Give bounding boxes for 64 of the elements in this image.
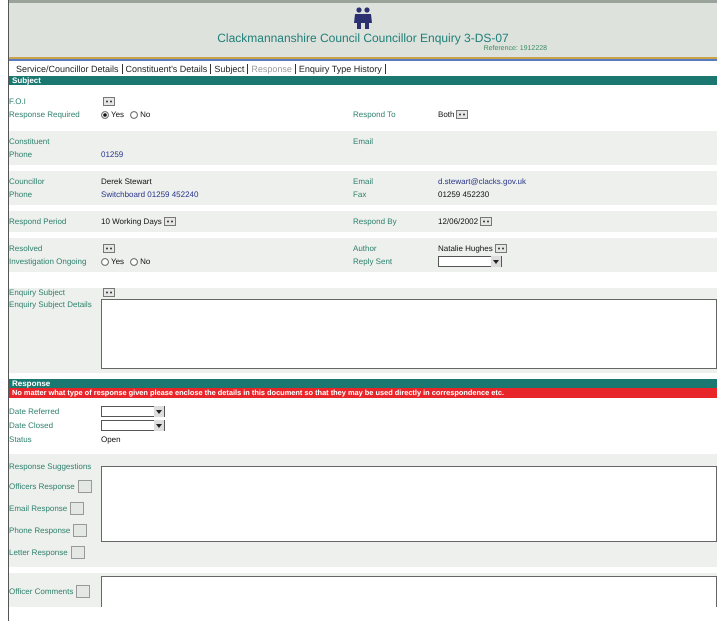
field-label: Date Closed xyxy=(9,420,54,430)
field-label: Response Suggestions xyxy=(9,462,92,471)
radio-button[interactable] xyxy=(101,258,109,266)
radio-button[interactable] xyxy=(101,110,109,118)
field-label: Investigation Ongoing xyxy=(9,257,88,266)
lookup-button-icon[interactable] xyxy=(456,110,468,119)
tab[interactable]: Service/Councillor Details xyxy=(13,64,123,74)
field-link[interactable]: d.stewart@clacks.gov.uk xyxy=(438,177,526,186)
field-link[interactable]: Switchboard 01259 452240 xyxy=(101,190,198,199)
lookup-button-icon[interactable] xyxy=(494,244,507,253)
radio-button[interactable] xyxy=(130,258,138,266)
field-label: Email Response xyxy=(9,504,68,513)
field-label: Reply Sent xyxy=(353,257,394,266)
field-label: Enquiry Subject xyxy=(9,288,66,297)
field-label: Email xyxy=(353,177,374,186)
field-label: Phone Response xyxy=(9,526,70,535)
dropdown-field[interactable] xyxy=(438,256,502,267)
field-label: Fax xyxy=(353,190,368,199)
field-label: Resolved xyxy=(9,244,44,253)
section-header: Subject xyxy=(9,76,717,85)
field-label: F.O.I xyxy=(9,97,27,106)
field-label: Officers Response xyxy=(9,482,75,491)
field-value: Open xyxy=(101,434,121,444)
field-label: Constituent xyxy=(9,137,50,146)
field-label: Email xyxy=(353,137,374,146)
lookup-button-icon[interactable] xyxy=(103,97,115,106)
field-label: Author xyxy=(353,244,378,253)
field-label: Response Required xyxy=(9,110,81,119)
field-label: Officer Comments xyxy=(9,587,74,596)
lookup-button-icon[interactable] xyxy=(164,217,176,226)
field-label: Letter Response xyxy=(9,548,68,557)
people-icon xyxy=(352,7,374,29)
dropdown-field[interactable] xyxy=(101,406,165,416)
field-label: Phone xyxy=(9,190,34,199)
field-value: 12/06/2002 xyxy=(438,217,478,226)
section-header: Response xyxy=(9,379,717,388)
radio-label: No xyxy=(140,110,150,119)
radio-label: Yes xyxy=(111,257,124,266)
field-label: Status xyxy=(9,434,33,444)
radio-label: No xyxy=(140,257,150,266)
field-value: Natalie Hughes xyxy=(438,244,493,253)
field-value: 01259 452230 xyxy=(438,190,490,199)
field-value: Both xyxy=(438,110,454,119)
radio-button[interactable] xyxy=(130,110,138,118)
field-label: Date Referred xyxy=(9,406,60,416)
lookup-button-icon[interactable] xyxy=(480,217,492,226)
lookup-button-icon[interactable] xyxy=(103,244,115,253)
dropdown-field[interactable] xyxy=(101,420,165,430)
field-label: Councillor xyxy=(9,177,46,186)
field-label: Respond To xyxy=(353,110,397,119)
field-value: 10 Working Days xyxy=(101,217,162,226)
field-label: Phone xyxy=(9,150,34,159)
field-label: Respond Period xyxy=(9,217,68,226)
page-title: Clackmannanshire Council Councillor Enquiry 3-DS-07 xyxy=(217,31,509,45)
field-label: Respond By xyxy=(353,217,398,226)
field-label: Enquiry Subject Details xyxy=(9,300,93,309)
radio-label: Yes xyxy=(111,110,124,119)
field-value: Derek Stewart xyxy=(101,177,152,186)
text-area[interactable] xyxy=(101,466,717,542)
text-area[interactable] xyxy=(101,299,717,369)
lookup-button-icon[interactable] xyxy=(103,288,115,297)
field-link[interactable]: 01259 xyxy=(101,150,124,159)
text-area[interactable] xyxy=(101,576,717,607)
tab[interactable]: Constituent's Details xyxy=(122,64,212,74)
